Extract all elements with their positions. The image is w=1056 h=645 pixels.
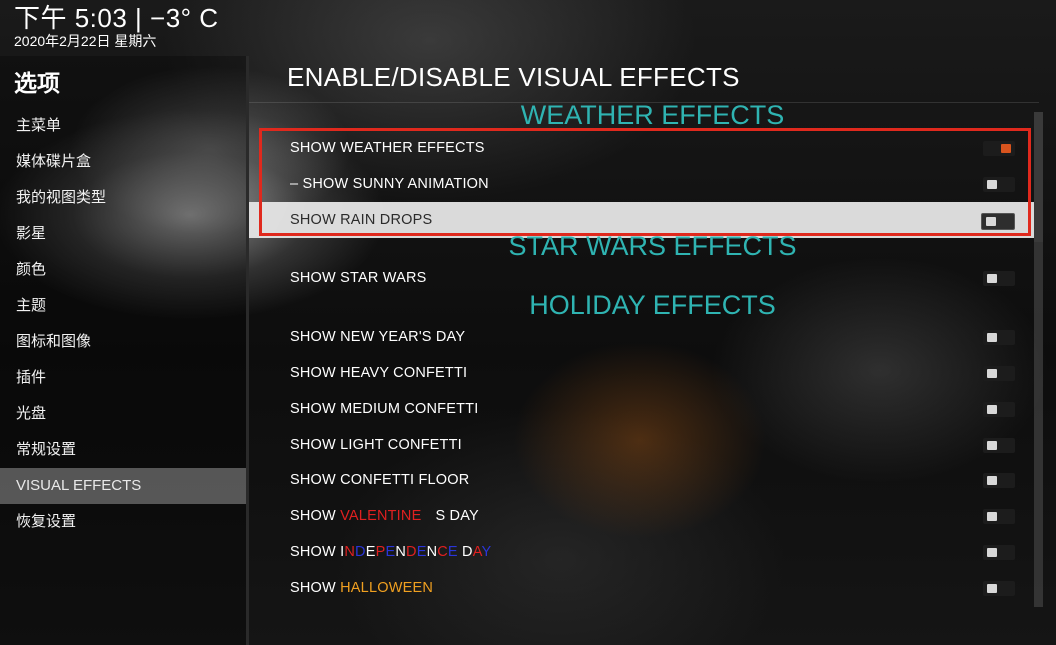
setting-row-independence-day[interactable]: SHOW INDEPENDENCE DAY	[249, 534, 1041, 570]
setting-row-light-confetti[interactable]: SHOW LIGHT CONFETTI	[249, 427, 1041, 463]
sidebar-menu: 主菜单 媒体碟片盒 我的视图类型 影星 颜色 主题 图标和图像 插件 光盘 常规…	[0, 108, 246, 540]
toggle-switch[interactable]	[983, 473, 1015, 488]
label-letter: P	[375, 544, 386, 560]
clock-widget: 下午 5:03 | −3° C 2020年2月22日 星期六	[14, 3, 219, 50]
toggle-knob	[987, 584, 997, 593]
sidebar-item-view-types[interactable]: 我的视图类型	[0, 180, 246, 216]
label-prefix: SHOW	[290, 508, 341, 524]
setting-row-new-years-day[interactable]: SHOW NEW YEAR'S DAY	[249, 319, 1041, 355]
label-letter: N	[395, 544, 407, 560]
sidebar-item-visual-effects[interactable]: VISUAL EFFECTS	[0, 468, 246, 504]
label-letter: D	[406, 544, 417, 560]
setting-row-valentines-day[interactable]: SHOW VALENTINE S DAY	[249, 498, 1041, 534]
toggle-knob	[987, 274, 997, 283]
label-holiday-word: VALENTINE	[340, 508, 422, 524]
sidebar-item-colors[interactable]: 颜色	[0, 252, 246, 288]
label-letter: C	[437, 544, 448, 560]
label-letter: E	[385, 544, 396, 560]
label-letter: N	[426, 544, 438, 560]
toggle-knob	[987, 441, 997, 450]
label-letter: E	[447, 544, 458, 560]
section-heading-holiday: HOLIDAY EFFECTS	[529, 290, 776, 320]
sidebar-item-general-settings[interactable]: 常规设置	[0, 432, 246, 468]
toggle-switch[interactable]	[983, 271, 1015, 286]
label-letter: D	[355, 544, 366, 560]
setting-label: SHOW NEW YEAR'S DAY	[290, 329, 466, 345]
toggle-switch[interactable]	[983, 330, 1015, 345]
toggle-knob	[987, 476, 997, 485]
page-title: ENABLE/DISABLE VISUAL EFFECTS	[287, 62, 740, 92]
toggle-knob	[987, 548, 997, 557]
label-letter: Y	[481, 544, 492, 560]
scrollbar-thumb[interactable]	[1034, 112, 1043, 242]
toggle-knob	[987, 405, 997, 414]
toggle-switch[interactable]	[983, 509, 1015, 524]
label-letter: E	[365, 544, 376, 560]
setting-label: SHOW LIGHT CONFETTI	[290, 437, 462, 453]
sidebar: 选项 主菜单 媒体碟片盒 我的视图类型 影星 颜色 主题 图标和图像 插件 光盘…	[0, 56, 246, 645]
sidebar-item-media-box[interactable]: 媒体碟片盒	[0, 144, 246, 180]
sidebar-item-themes[interactable]: 主题	[0, 288, 246, 324]
setting-label: SHOW HALLOWEEN	[290, 570, 433, 606]
scrollbar[interactable]	[1034, 112, 1043, 607]
toggle-knob	[987, 333, 997, 342]
label-prefix: SHOW	[290, 580, 341, 596]
label-prefix: SHOW	[290, 544, 341, 560]
setting-label: SHOW CONFETTI FLOOR	[290, 472, 470, 488]
clock-time: 下午 5:03 | −3° C	[14, 3, 219, 33]
annotation-highlight-box	[259, 128, 1031, 236]
section-heading-weather: WEATHER EFFECTS	[520, 100, 785, 130]
label-letter: N	[344, 544, 356, 560]
sidebar-item-actors[interactable]: 影星	[0, 216, 246, 252]
setting-label: SHOW VALENTINE S DAY	[290, 498, 479, 534]
sidebar-item-icons-images[interactable]: 图标和图像	[0, 324, 246, 360]
setting-label: SHOW MEDIUM CONFETTI	[290, 401, 479, 417]
sidebar-item-plugins[interactable]: 插件	[0, 360, 246, 396]
toggle-switch[interactable]	[983, 438, 1015, 453]
setting-row-heavy-confetti[interactable]: SHOW HEAVY CONFETTI	[249, 355, 1041, 391]
sidebar-item-restore-settings[interactable]: 恢复设置	[0, 504, 246, 540]
sidebar-item-main-menu[interactable]: 主菜单	[0, 108, 246, 144]
label-suffix: S DAY	[435, 508, 479, 524]
toggle-knob	[987, 369, 997, 378]
setting-row-medium-confetti[interactable]: SHOW MEDIUM CONFETTI	[249, 391, 1041, 427]
toggle-switch[interactable]	[983, 366, 1015, 381]
clock-date: 2020年2月22日 星期六	[14, 33, 157, 49]
setting-row-confetti-floor[interactable]: SHOW CONFETTI FLOOR	[249, 462, 1041, 498]
label-holiday-word: HALLOWEEN	[340, 580, 433, 596]
sidebar-title: 选项	[14, 70, 60, 96]
toggle-switch[interactable]	[983, 581, 1015, 596]
toggle-switch[interactable]	[983, 545, 1015, 560]
label-holiday-word: INDEPENDENCE DAY	[340, 544, 491, 560]
toggle-switch[interactable]	[983, 402, 1015, 417]
label-letter: E	[416, 544, 427, 560]
setting-label: SHOW INDEPENDENCE DAY	[290, 534, 491, 570]
setting-label: SHOW HEAVY CONFETTI	[290, 365, 468, 381]
setting-row-halloween[interactable]: SHOW HALLOWEEN	[249, 570, 1041, 606]
label-letter: D	[462, 544, 473, 560]
sidebar-item-discs[interactable]: 光盘	[0, 396, 246, 432]
toggle-knob	[987, 512, 997, 521]
